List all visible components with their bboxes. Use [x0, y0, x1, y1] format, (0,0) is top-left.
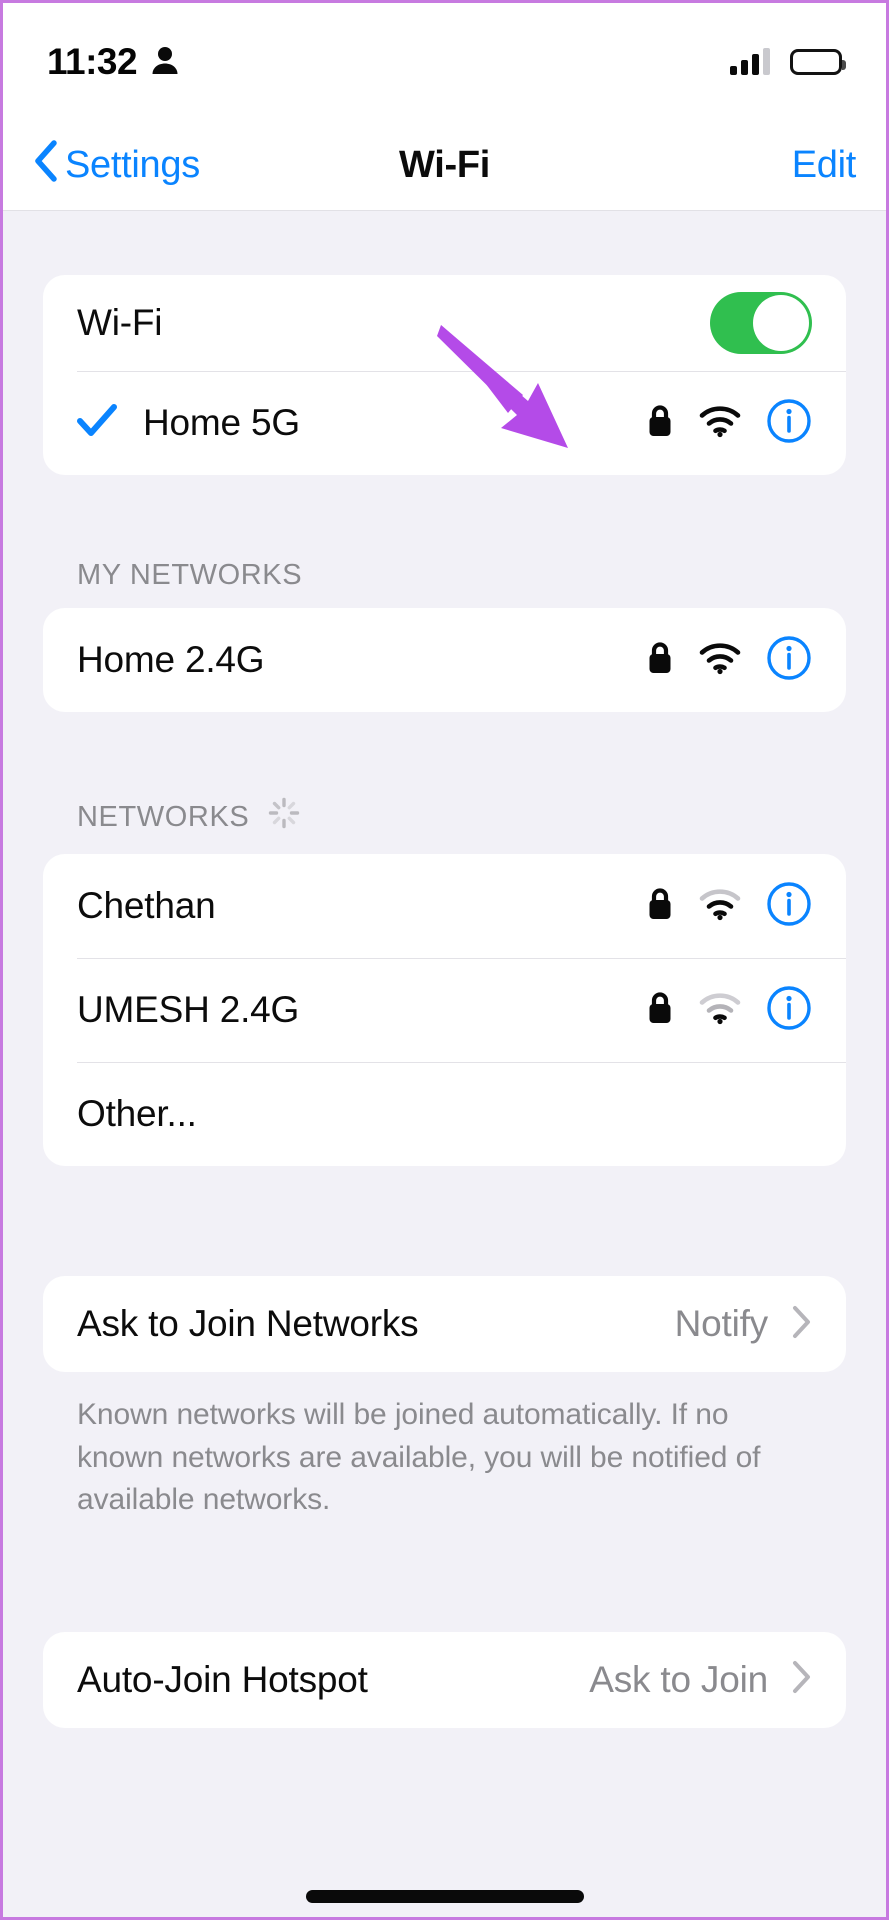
lock-icon	[646, 403, 674, 444]
status-bar-left: 11:32	[47, 41, 179, 83]
chevron-right-icon	[792, 1660, 812, 1699]
back-button-label: Settings	[65, 144, 200, 186]
info-circle-icon[interactable]	[766, 985, 812, 1036]
lock-icon	[646, 640, 674, 681]
chevron-right-icon	[792, 1305, 812, 1344]
chevron-left-icon	[33, 139, 57, 192]
my-networks-header-label: MY NETWORKS	[77, 559, 303, 591]
auto-join-hotspot-value: Ask to Join	[589, 1658, 768, 1700]
navigation-bar: Settings Wi-Fi Edit	[3, 121, 886, 211]
wifi-icon	[698, 641, 742, 680]
auto-join-hotspot-card: Auto-Join Hotspot Ask to Join	[43, 1631, 846, 1728]
settings-content: Wi-Fi Home 5G MY NETWORKS Home 2.4G NETW…	[3, 211, 886, 1917]
wifi-toggle-row[interactable]: Wi-Fi	[43, 275, 846, 371]
network-row-chethan[interactable]: Chethan	[43, 854, 846, 958]
my-networks-card: Home 2.4G	[43, 608, 846, 712]
ask-to-join-label: Ask to Join Networks	[77, 1303, 419, 1344]
wifi-icon	[698, 991, 742, 1030]
cellular-signal-icon	[730, 48, 770, 75]
edit-button[interactable]: Edit	[792, 144, 857, 187]
checkmark-icon	[77, 403, 117, 443]
network-row-home-24g[interactable]: Home 2.4G	[43, 608, 846, 712]
iphone-screen: 11:32 Settings Wi-Fi Edit Wi-Fi Home 5G …	[0, 0, 889, 1920]
network-name: Chethan	[77, 885, 216, 926]
my-networks-header: MY NETWORKS	[43, 559, 846, 608]
connected-network-name: Home 5G	[143, 402, 300, 443]
status-bar-right	[730, 48, 846, 75]
wifi-icon	[698, 404, 742, 443]
info-circle-icon[interactable]	[766, 398, 812, 449]
wifi-toggle-switch[interactable]	[710, 292, 812, 354]
info-circle-icon[interactable]	[766, 635, 812, 686]
network-row-umesh-24g[interactable]: UMESH 2.4G	[43, 958, 846, 1062]
network-name: UMESH 2.4G	[77, 989, 300, 1030]
back-button-settings[interactable]: Settings	[33, 139, 200, 192]
network-name: Home 2.4G	[77, 639, 265, 680]
person-icon	[151, 45, 179, 80]
info-circle-icon[interactable]	[766, 881, 812, 932]
auto-join-hotspot-row[interactable]: Auto-Join Hotspot Ask to Join	[43, 1632, 846, 1728]
wifi-main-card: Wi-Fi Home 5G	[43, 275, 846, 475]
lock-icon	[646, 886, 674, 927]
ask-to-join-card: Ask to Join Networks Notify	[43, 1276, 846, 1372]
home-indicator	[305, 1890, 584, 1903]
status-bar-clock: 11:32	[47, 41, 138, 82]
lock-icon	[646, 990, 674, 1031]
connected-network-row[interactable]: Home 5G	[43, 371, 846, 475]
ask-to-join-value: Notify	[674, 1303, 769, 1344]
ask-to-join-networks-row[interactable]: Ask to Join Networks Notify	[43, 1276, 846, 1372]
battery-icon	[790, 49, 846, 75]
networks-header: NETWORKS	[43, 796, 846, 854]
other-network-label: Other...	[77, 1093, 197, 1134]
networks-header-label: NETWORKS	[77, 800, 250, 833]
ask-to-join-footer-note: Known networks will be joined automatica…	[77, 1398, 761, 1517]
status-bar: 11:32	[3, 3, 886, 121]
wifi-icon	[698, 887, 742, 926]
wifi-toggle-label: Wi-Fi	[77, 302, 163, 343]
auto-join-hotspot-label: Auto-Join Hotspot	[77, 1658, 368, 1700]
networks-card: Chethan UMESH 2.4G Other...	[43, 854, 846, 1166]
network-row-other[interactable]: Other...	[43, 1062, 846, 1166]
activity-spinner-icon	[267, 796, 301, 838]
